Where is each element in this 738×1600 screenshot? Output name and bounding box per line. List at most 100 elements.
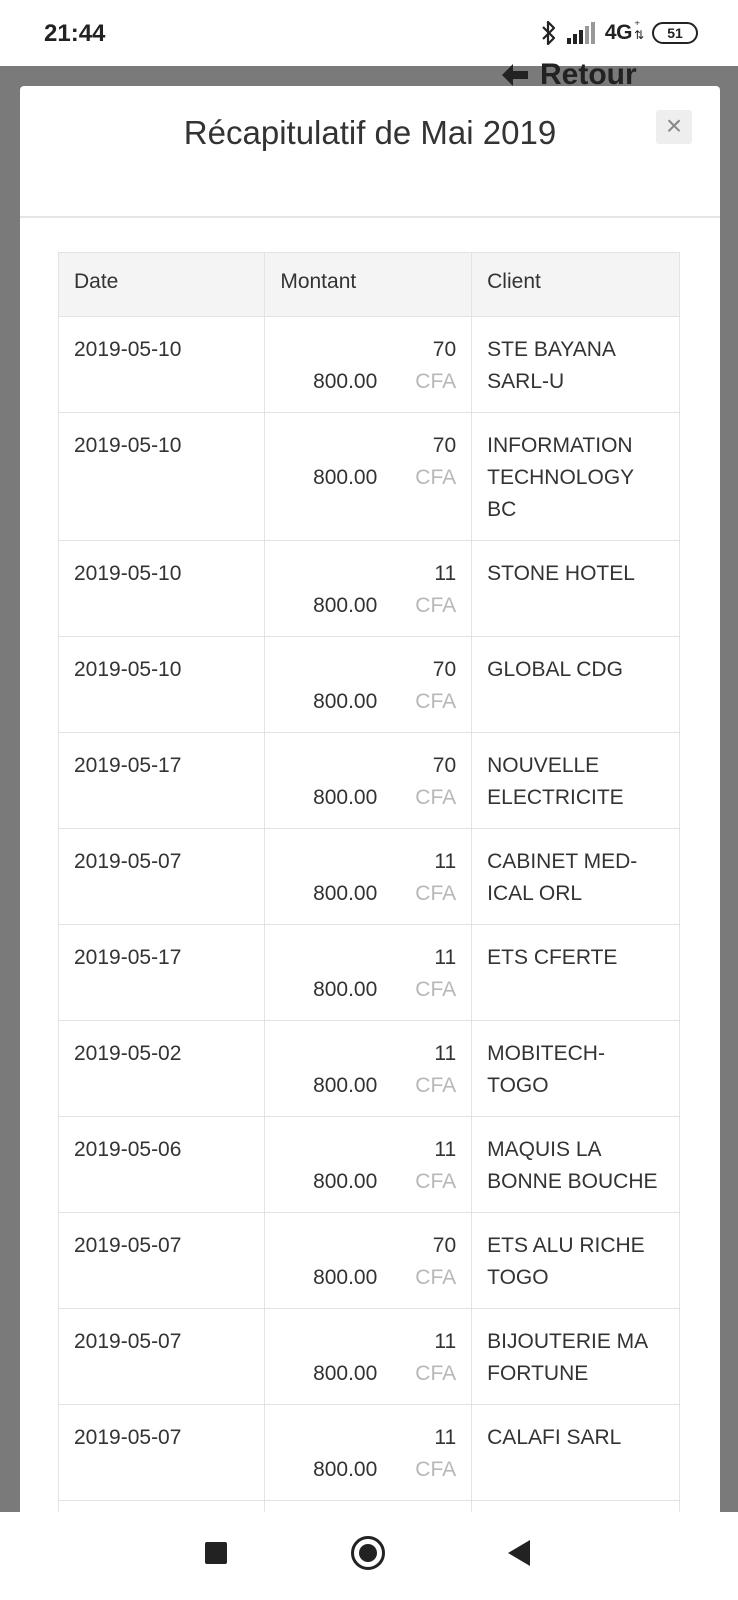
amount-top: 70 <box>432 338 457 361</box>
cell-client: MAQUIS LA BONNE BOUCHE <box>471 1116 680 1213</box>
currency: CFA <box>415 466 457 489</box>
table-row: 2019-05-10 70 800.00 CFA INFORMATION TECH… <box>57 412 680 541</box>
cell-date: 2019-05-07 <box>57 828 266 925</box>
arrow-left-icon <box>502 64 528 86</box>
amount-top: 11 <box>434 562 457 585</box>
currency: CFA <box>415 882 457 905</box>
cell-date: 2019-05-07 <box>57 1212 266 1309</box>
cell-date: 2019-05-02 <box>57 1020 266 1117</box>
bluetooth-icon <box>542 20 556 46</box>
table-row: 2019-05-07 11 800.00 CFA BIJOUTERIE MA FO… <box>57 1308 680 1405</box>
square-icon[interactable] <box>205 1542 227 1564</box>
cell-amount: 11 800.00 CFA <box>264 1404 473 1501</box>
amount-bottom: 800.00 <box>313 1170 378 1193</box>
table-row: 2019-05-07 11 800.00 CFA CALAFI SARL <box>57 1404 680 1501</box>
data-activity-icon: ⁺ ⇅ <box>633 18 644 42</box>
cell-client: NOUVELLE ELECTRICITE <box>471 732 680 829</box>
currency: CFA <box>415 594 457 617</box>
circle-icon[interactable] <box>351 1536 385 1570</box>
amount-bottom: 800.00 <box>313 690 378 713</box>
cell-date: 2019-05-10 <box>57 412 266 541</box>
table-header-row: Date Montant Client <box>57 252 680 317</box>
battery-level: 51 <box>667 25 683 41</box>
table-row: 2019-05-10 11 800.00 CFA STONE HOTEL <box>57 540 680 637</box>
cell-amount: 11 800.00 CFA <box>264 1116 473 1213</box>
currency: CFA <box>415 370 457 393</box>
cell-date: 2019-05-10 <box>57 540 266 637</box>
battery-icon: 51 <box>652 22 698 44</box>
cell-amount: 70 800.00 CFA <box>264 412 473 541</box>
table-row: 2019-05-10 70 800.00 CFA STE BAYANA SARL-… <box>57 316 680 413</box>
modal-title: Récapitulatif de Mai 2019 <box>183 114 557 151</box>
cell-amount: 11 800.00 CFA <box>264 540 473 637</box>
amount-top: 70 <box>432 754 457 777</box>
cell-amount: 70 800.00 CFA <box>264 636 473 733</box>
amount-top: 11 <box>434 1426 457 1449</box>
triangle-back-icon[interactable] <box>508 1540 530 1566</box>
amount-top: 70 <box>432 1234 457 1257</box>
cell-date: 2019-05-10 <box>57 316 266 413</box>
amount-bottom: 800.00 <box>313 1458 378 1481</box>
modal-header: Récapitulatif de Mai 2019 × <box>20 86 720 218</box>
currency: CFA <box>415 1362 457 1385</box>
cell-date: 2019-05-06 <box>57 1116 266 1213</box>
table-row: 2019-05-07 11 800.00 CFA CABINET MED-ICAL… <box>57 828 680 925</box>
cell-client: ETS ALU RICHE TOGO <box>471 1212 680 1309</box>
status-indicators: 4G ⁺ ⇅ 51 <box>539 18 698 46</box>
cell-client: ETS CFERTE <box>471 924 680 1021</box>
amount-bottom: 800.00 <box>313 978 378 1001</box>
amount-top: 70 <box>432 434 457 457</box>
amount-top: 11 <box>434 1138 457 1161</box>
amount-top: 11 <box>434 946 457 969</box>
cell-client: CABINET MED-ICAL ORL <box>471 828 680 925</box>
currency: CFA <box>415 1074 457 1097</box>
currency: CFA <box>415 978 457 1001</box>
currency: CFA <box>415 1170 457 1193</box>
table-row: 2019-05-17 11 800.00 CFA ETS CFERTE <box>57 924 680 1021</box>
summary-table: Date Montant Client 2019-05-10 70 800.00… <box>57 252 680 1522</box>
system-nav-bar <box>0 1512 738 1600</box>
table-row: 2019-05-06 11 800.00 CFA MAQUIS LA BONNE … <box>57 1116 680 1213</box>
currency: CFA <box>415 1266 457 1289</box>
status-time: 21:44 <box>44 20 106 47</box>
amount-top: 11 <box>434 850 457 873</box>
amount-bottom: 800.00 <box>313 1074 378 1097</box>
currency: CFA <box>415 1458 457 1481</box>
signal-icon <box>566 22 595 44</box>
table-row: 2019-05-10 70 800.00 CFA GLOBAL CDG <box>57 636 680 733</box>
header-amount: Montant <box>264 252 473 317</box>
amount-top: 11 <box>434 1042 457 1065</box>
table-row: 2019-05-17 70 800.00 CFA NOUVELLE ELECTRI… <box>57 732 680 829</box>
cell-amount: 70 800.00 CFA <box>264 732 473 829</box>
amount-bottom: 800.00 <box>313 370 378 393</box>
amount-bottom: 800.00 <box>313 594 378 617</box>
amount-bottom: 800.00 <box>313 466 378 489</box>
amount-top: 11 <box>434 1330 457 1353</box>
network-label: 4G <box>604 21 633 44</box>
currency: CFA <box>415 786 457 809</box>
cell-amount: 11 800.00 CFA <box>264 828 473 925</box>
amount-top: 70 <box>432 658 457 681</box>
amount-bottom: 800.00 <box>313 1362 378 1385</box>
cell-amount: 11 800.00 CFA <box>264 1020 473 1117</box>
amount-bottom: 800.00 <box>313 786 378 809</box>
close-button[interactable]: × <box>656 110 692 144</box>
cell-date: 2019-05-07 <box>57 1404 266 1501</box>
status-bar: 21:44 4G ⁺ ⇅ 51 <box>0 0 738 66</box>
cell-client: CALAFI SARL <box>471 1404 680 1501</box>
cell-client: STE BAYANA SARL-U <box>471 316 680 413</box>
cell-amount: 70 800.00 CFA <box>264 316 473 413</box>
summary-modal: Récapitulatif de Mai 2019 × Date Montant… <box>20 86 720 1522</box>
cell-date: 2019-05-07 <box>57 1308 266 1405</box>
cell-amount: 70 800.00 CFA <box>264 1212 473 1309</box>
table-row: 2019-05-07 70 800.00 CFA ETS ALU RICHE TO… <box>57 1212 680 1309</box>
amount-bottom: 800.00 <box>313 1266 378 1289</box>
header-client: Client <box>471 252 680 317</box>
table-row: 2019-05-02 11 800.00 CFA MOBITECH-TOGO <box>57 1020 680 1117</box>
cell-date: 2019-05-17 <box>57 924 266 1021</box>
cell-client: MOBITECH-TOGO <box>471 1020 680 1117</box>
currency: CFA <box>415 690 457 713</box>
cell-date: 2019-05-17 <box>57 732 266 829</box>
cell-client: BIJOUTERIE MA FORTUNE <box>471 1308 680 1405</box>
cell-amount: 11 800.00 CFA <box>264 1308 473 1405</box>
